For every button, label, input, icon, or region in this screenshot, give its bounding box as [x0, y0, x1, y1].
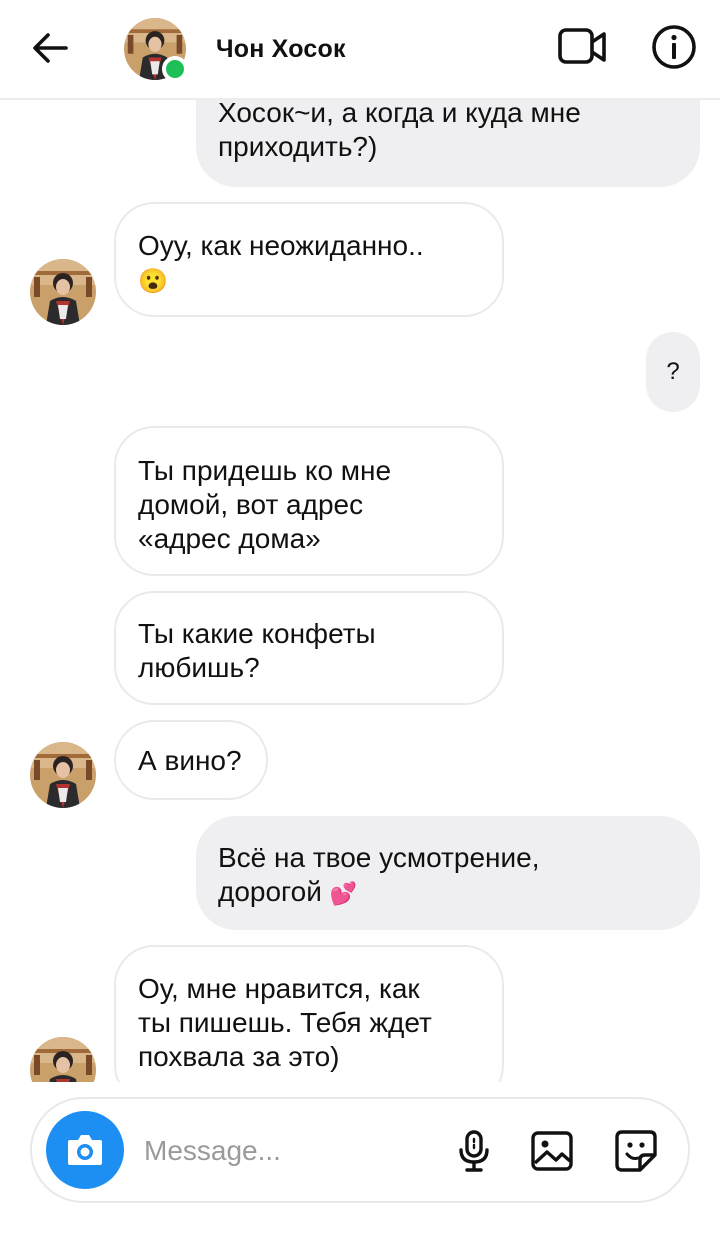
info-button[interactable]: [650, 23, 698, 71]
message-text: Оуу, как неожиданно..: [138, 230, 424, 261]
message-composer: [30, 1097, 690, 1203]
incoming-message[interactable]: Ты какие конфеты любишь?: [114, 591, 504, 705]
contact-avatar[interactable]: [30, 259, 96, 325]
camera-button[interactable]: [46, 1111, 124, 1189]
message-text: Всё на твое усмотрение, дорогой: [218, 842, 540, 907]
video-call-button[interactable]: [556, 22, 610, 72]
sticker-button[interactable]: [612, 1127, 660, 1175]
microphone-icon: [459, 1130, 489, 1172]
sticker-icon: [615, 1130, 657, 1172]
gallery-icon: [531, 1131, 573, 1171]
gallery-button[interactable]: [528, 1127, 576, 1175]
message-text: ?: [666, 358, 680, 385]
message-list: Хосок~и, а когда и куда мне приходить?) …: [0, 0, 720, 1082]
contact-avatar[interactable]: [30, 742, 96, 808]
incoming-message[interactable]: Оуу, как неожиданно.. 😮: [114, 202, 504, 317]
online-status-indicator: [162, 56, 188, 82]
astonished-face-emoji: 😮: [138, 268, 168, 295]
message-text: Ты какие конфеты любишь?: [138, 618, 376, 683]
contact-avatar[interactable]: [30, 1037, 96, 1082]
voice-message-button[interactable]: [450, 1127, 498, 1175]
incoming-message[interactable]: Оу, мне нравится, как ты пишешь. Тебя жд…: [114, 945, 504, 1082]
message-input[interactable]: [144, 1129, 424, 1173]
two-hearts-emoji: 💕: [329, 881, 358, 906]
outgoing-message[interactable]: ?: [646, 332, 700, 412]
back-button[interactable]: [28, 26, 72, 70]
info-icon: [652, 25, 696, 69]
incoming-message[interactable]: А вино?: [114, 720, 268, 800]
outgoing-message[interactable]: Всё на твое усмотрение, дорогой 💕: [196, 816, 700, 930]
message-text: А вино?: [138, 745, 242, 776]
incoming-message[interactable]: Ты придешь ко мне домой, вот адрес «адре…: [114, 426, 504, 576]
chat-header: Чон Хосок: [0, 0, 720, 100]
back-arrow-icon: [33, 33, 68, 63]
camera-icon: [68, 1135, 102, 1165]
message-text: Ты придешь ко мне домой, вот адрес «адре…: [138, 455, 392, 554]
message-text: Оу, мне нравится, как ты пишешь. Тебя жд…: [138, 973, 432, 1072]
message-text: Хосок~и, а когда и куда мне приходить?): [218, 97, 581, 162]
video-call-icon: [558, 28, 606, 64]
contact-name[interactable]: Чон Хосок: [216, 35, 346, 64]
